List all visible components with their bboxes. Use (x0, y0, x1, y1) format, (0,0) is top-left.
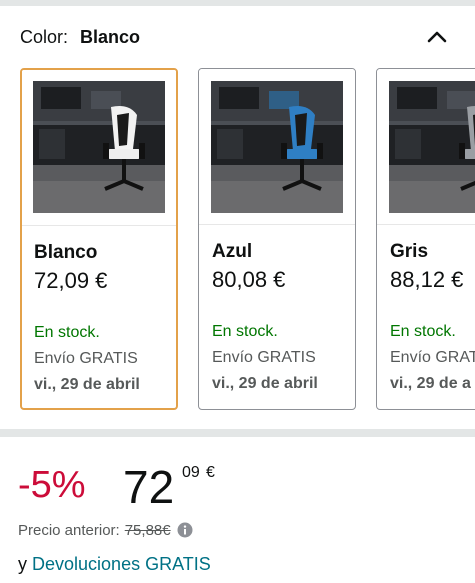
color-swatch-list: Blanco 72,09 € En stock. Envío GRATIS vi… (20, 68, 475, 412)
chevron-up-icon[interactable] (424, 24, 450, 50)
swatch-image-area (377, 69, 475, 225)
price-cents: 09 (182, 464, 200, 481)
returns-row: y Devoluciones GRATIS (18, 554, 211, 575)
swatch-stock-status: En stock. (390, 323, 456, 340)
chair-thumbnail-white (33, 81, 165, 213)
swatch-shipping: Envío GRAT (390, 349, 475, 366)
swatch-image-area (22, 70, 176, 226)
swatch-delivery-date: vi., 29 de abril (34, 376, 140, 393)
color-selector-header: Color: Blanco (20, 24, 460, 50)
swatch-name: Azul (212, 241, 253, 262)
swatch-delivery-date: vi., 29 de abril (212, 375, 318, 392)
price-block: -5% 72 09 € (18, 458, 458, 514)
swatch-delivery-date: vi., 29 de a (390, 375, 471, 392)
swatch-name: Blanco (34, 242, 98, 263)
swatch-gris[interactable]: Gris 88,12 € En stock. Envío GRAT vi., 2… (376, 68, 475, 410)
previous-price-value: 75,88€ (124, 521, 171, 539)
swatch-blanco[interactable]: Blanco 72,09 € En stock. Envío GRATIS vi… (20, 68, 178, 410)
swatch-shipping: Envío GRATIS (34, 350, 138, 367)
swatch-price: 80,08 € (212, 267, 286, 292)
price-currency: € (206, 464, 215, 481)
swatch-azul[interactable]: Azul 80,08 € En stock. Envío GRATIS vi.,… (198, 68, 356, 410)
chair-thumbnail-blue (211, 81, 343, 213)
previous-price-label: Precio anterior: (18, 521, 120, 539)
top-divider (0, 0, 475, 6)
price-whole: 72 (123, 461, 175, 513)
returns-prefix: y (18, 554, 27, 574)
swatch-image-area (199, 69, 355, 225)
swatch-shipping: Envío GRATIS (212, 349, 316, 366)
selected-color-value: Blanco (80, 26, 141, 47)
previous-price-row: Precio anterior: 75,88€ (18, 520, 193, 540)
free-returns-link[interactable]: Devoluciones GRATIS (32, 554, 211, 574)
color-label: Color: (20, 26, 69, 47)
chair-thumbnail-grey (389, 81, 475, 213)
swatch-price: 72,09 € (34, 268, 108, 293)
swatch-name: Gris (390, 241, 429, 262)
swatch-stock-status: En stock. (212, 323, 278, 340)
swatch-stock-status: En stock. (34, 324, 100, 341)
swatch-price: 88,12 € (390, 267, 464, 292)
discount-percentage: -5% (18, 464, 86, 506)
info-icon[interactable] (177, 522, 193, 538)
section-divider (0, 429, 475, 437)
